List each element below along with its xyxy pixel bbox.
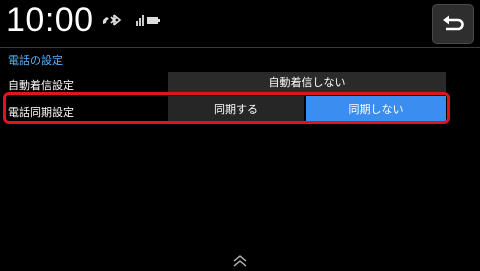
setting-label: 自動着信設定 bbox=[8, 80, 74, 92]
status-icons bbox=[100, 12, 162, 28]
setting-row-auto-answer: 自動着信設定 自動着信しない bbox=[0, 72, 450, 93]
bluetooth-phone-icon bbox=[102, 14, 122, 26]
back-button[interactable] bbox=[432, 4, 474, 44]
auto-answer-value-button[interactable]: 自動着信しない bbox=[168, 72, 446, 93]
double-chevron-up-icon bbox=[233, 255, 247, 267]
signal-battery-icon bbox=[136, 15, 160, 26]
clock: 10:00 bbox=[6, 1, 94, 39]
return-arrow-icon bbox=[443, 15, 464, 31]
header-divider bbox=[0, 47, 480, 48]
section-title: 電話の設定 bbox=[8, 55, 63, 67]
status-bar: 10:00 bbox=[0, 0, 480, 46]
highlight-frame bbox=[3, 92, 450, 124]
scroll-up-button[interactable] bbox=[226, 254, 254, 268]
